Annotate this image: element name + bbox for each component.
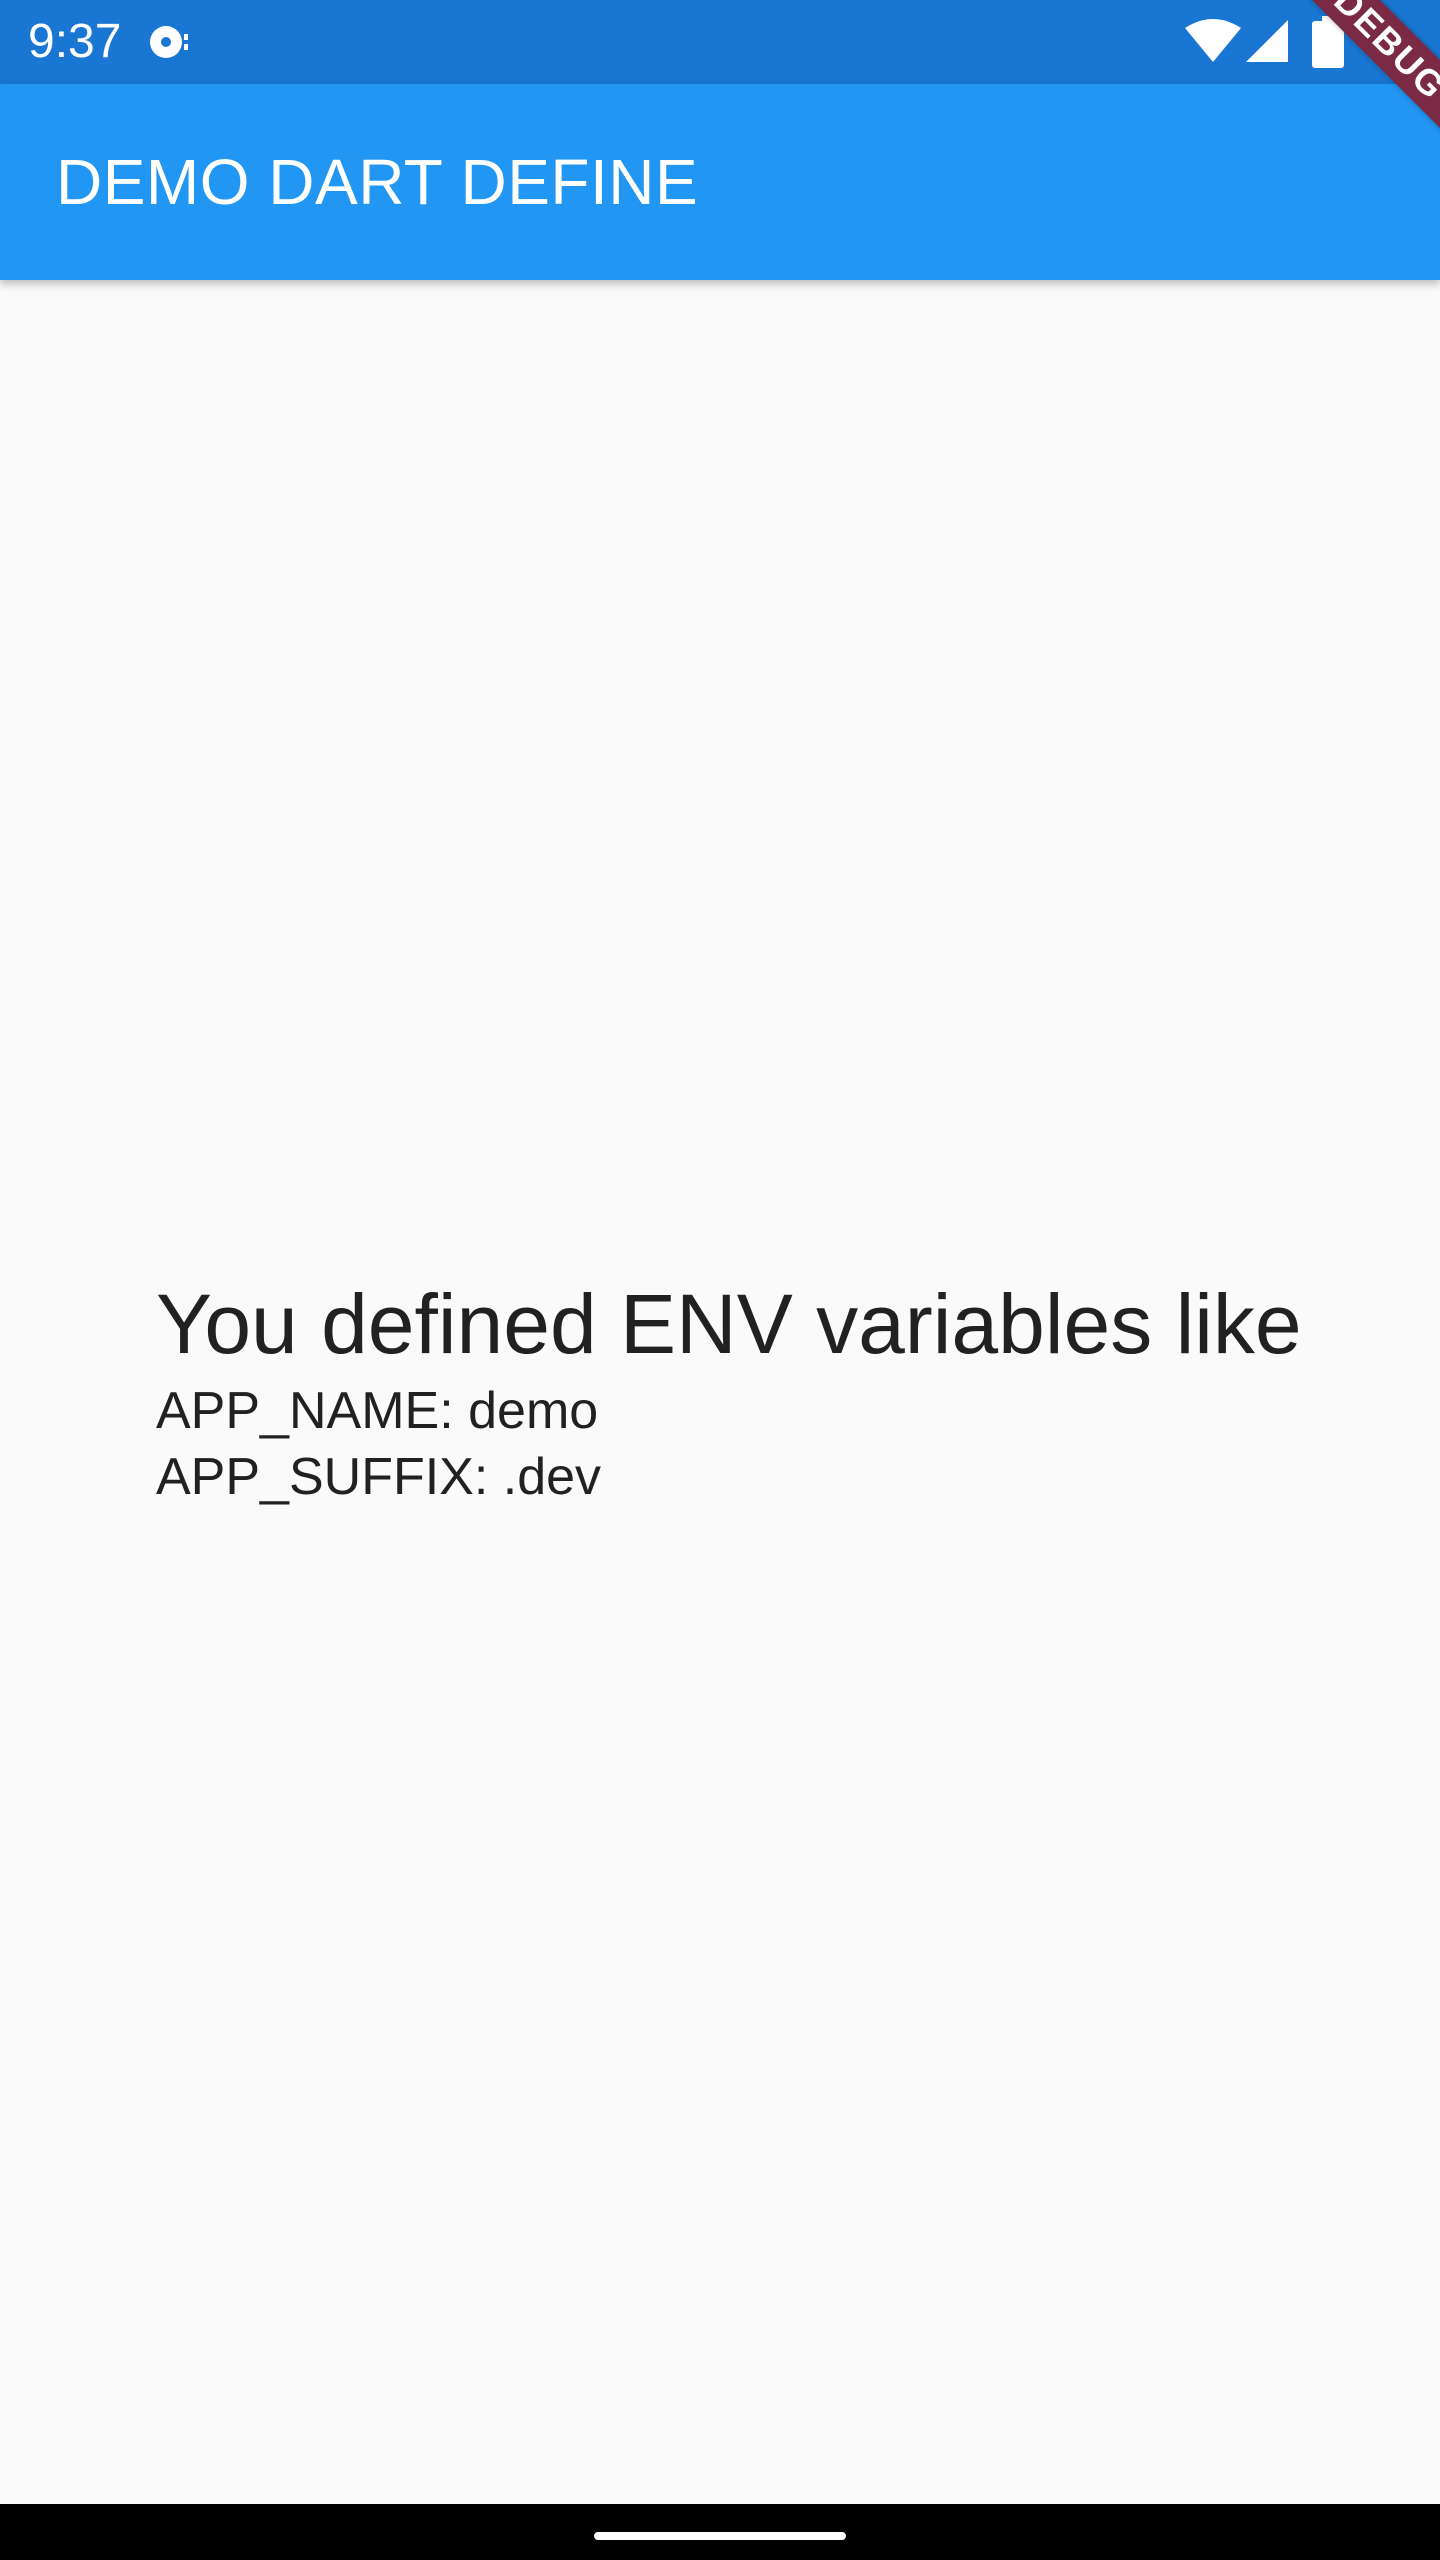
app-title: DEMO DART DEFINE xyxy=(56,146,699,218)
media-icon xyxy=(150,26,188,58)
navigation-bar xyxy=(0,2504,1440,2560)
env-app-name: APP_NAME: demo xyxy=(156,1382,599,1440)
signal-icon xyxy=(1246,20,1288,62)
env-headline: You defined ENV variables like xyxy=(156,1277,1302,1371)
home-handle[interactable] xyxy=(594,2532,846,2540)
env-info: You defined ENV variables like APP_NAME:… xyxy=(156,1270,1356,1510)
status-bar: 9:37 xyxy=(0,0,1440,84)
env-app-suffix: APP_SUFFIX: .dev xyxy=(156,1448,602,1506)
app-bar: DEMO DART DEFINE xyxy=(0,84,1440,280)
status-time: 9:37 xyxy=(28,15,122,68)
wifi-icon xyxy=(1185,19,1241,62)
